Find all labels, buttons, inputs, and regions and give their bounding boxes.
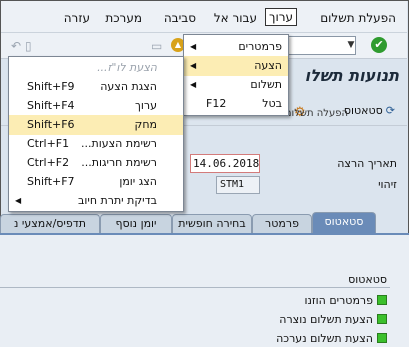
menu-payment-run[interactable]: הפעלת תשלום bbox=[317, 9, 399, 27]
edit-menu-item-parameters[interactable]: ◀ פרמטרים bbox=[184, 37, 288, 57]
proposal-menu-item-display[interactable]: Shift+F9 הצגת הצעה bbox=[9, 77, 183, 97]
refresh-icon: ⟳ bbox=[385, 104, 395, 117]
tab-additional-log[interactable]: יומן נוסף bbox=[100, 214, 172, 234]
menu-environment[interactable]: סביבה bbox=[161, 9, 199, 27]
run-date-field[interactable]: 14.06.2018 bbox=[190, 154, 260, 173]
green-status-icon bbox=[377, 314, 387, 324]
status-group-title: סטאטוס bbox=[348, 273, 387, 286]
tab-parameter[interactable]: פרמטר bbox=[252, 214, 312, 234]
chevron-left-icon: ◀ bbox=[190, 42, 197, 51]
proposal-submenu: הצעת לו"ז... Shift+F9 הצגת הצעה Shift+F4… bbox=[8, 56, 184, 212]
proposal-menu-item-display-log[interactable]: Shift+F7 הצג יומן bbox=[9, 172, 183, 192]
menu-bar: הפעלת תשלום ערוך עבור אל סביבה מערכת עזר… bbox=[1, 1, 407, 33]
edit-menu-item-payment[interactable]: ◀ תשלום bbox=[184, 75, 288, 95]
green-status-icon bbox=[377, 333, 387, 343]
lock-icon[interactable]: ▯ bbox=[25, 39, 32, 53]
status-row: פרמטרים הוזנו bbox=[304, 294, 387, 308]
proposal-menu-item-proposal-list[interactable]: Ctrl+F1 רשימת הצעות... bbox=[9, 134, 183, 154]
tab-printout[interactable]: תדפיס/אמצעי נ bbox=[0, 214, 100, 234]
group-divider bbox=[0, 287, 390, 288]
chevron-left-icon: ◀ bbox=[15, 196, 22, 205]
menu-edit[interactable]: ערוך bbox=[265, 8, 297, 26]
chevron-left-icon: ◀ bbox=[190, 61, 197, 70]
edit-menu-item-proposal[interactable]: ◀ הצעה bbox=[184, 56, 288, 76]
proposal-menu-item-exception-list[interactable]: Ctrl+F2 רשימת חריגות... bbox=[9, 153, 183, 173]
proposal-menu-item-debit-balance-check[interactable]: ◀ בדיקת יתרת חיוב bbox=[9, 191, 183, 211]
status-button[interactable]: ⟳סטאטוס bbox=[344, 104, 395, 117]
identification-label: זיהוי bbox=[378, 178, 397, 191]
undo-icon[interactable]: ↶ bbox=[11, 39, 21, 53]
tab-content bbox=[0, 233, 409, 347]
menu-system[interactable]: מערכת bbox=[102, 9, 145, 27]
enter-check-icon[interactable]: ✔ bbox=[371, 37, 387, 53]
identification-field[interactable]: STM1 bbox=[216, 176, 260, 194]
run-date-label: תאריך הרצה bbox=[337, 157, 397, 170]
menu-goto[interactable]: עבור אל bbox=[211, 9, 260, 27]
save-icon[interactable]: ▭ bbox=[151, 39, 162, 53]
tab-strip: סטאטוס פרמטר בחירה חופשית יומן נוסף תדפי… bbox=[0, 212, 409, 234]
chevron-left-icon: ◀ bbox=[190, 80, 197, 89]
status-row: הצעת תשלום נערכה bbox=[276, 332, 387, 346]
menu-help[interactable]: עזרה bbox=[61, 9, 93, 27]
green-status-icon bbox=[377, 295, 387, 305]
tab-free-selection[interactable]: בחירה חופשית bbox=[172, 214, 252, 234]
status-row: הצעת תשלום נוצרה bbox=[279, 313, 387, 327]
edit-menu: ◀ פרמטרים ◀ הצעה ◀ תשלום F12 בטל bbox=[183, 34, 289, 116]
proposal-menu-item-edit[interactable]: Shift+F4 ערוך bbox=[9, 96, 183, 116]
proposal-menu-item-schedule[interactable]: הצעת לו"ז... bbox=[9, 58, 183, 78]
tab-status[interactable]: סטאטוס bbox=[312, 212, 376, 234]
page-title: תנועות תשלו bbox=[304, 66, 399, 85]
proposal-menu-item-delete[interactable]: Shift+F6 מחק bbox=[9, 115, 183, 135]
edit-menu-item-cancel[interactable]: F12 בטל bbox=[184, 94, 288, 114]
chevron-down-icon[interactable]: ▼ bbox=[345, 36, 357, 55]
